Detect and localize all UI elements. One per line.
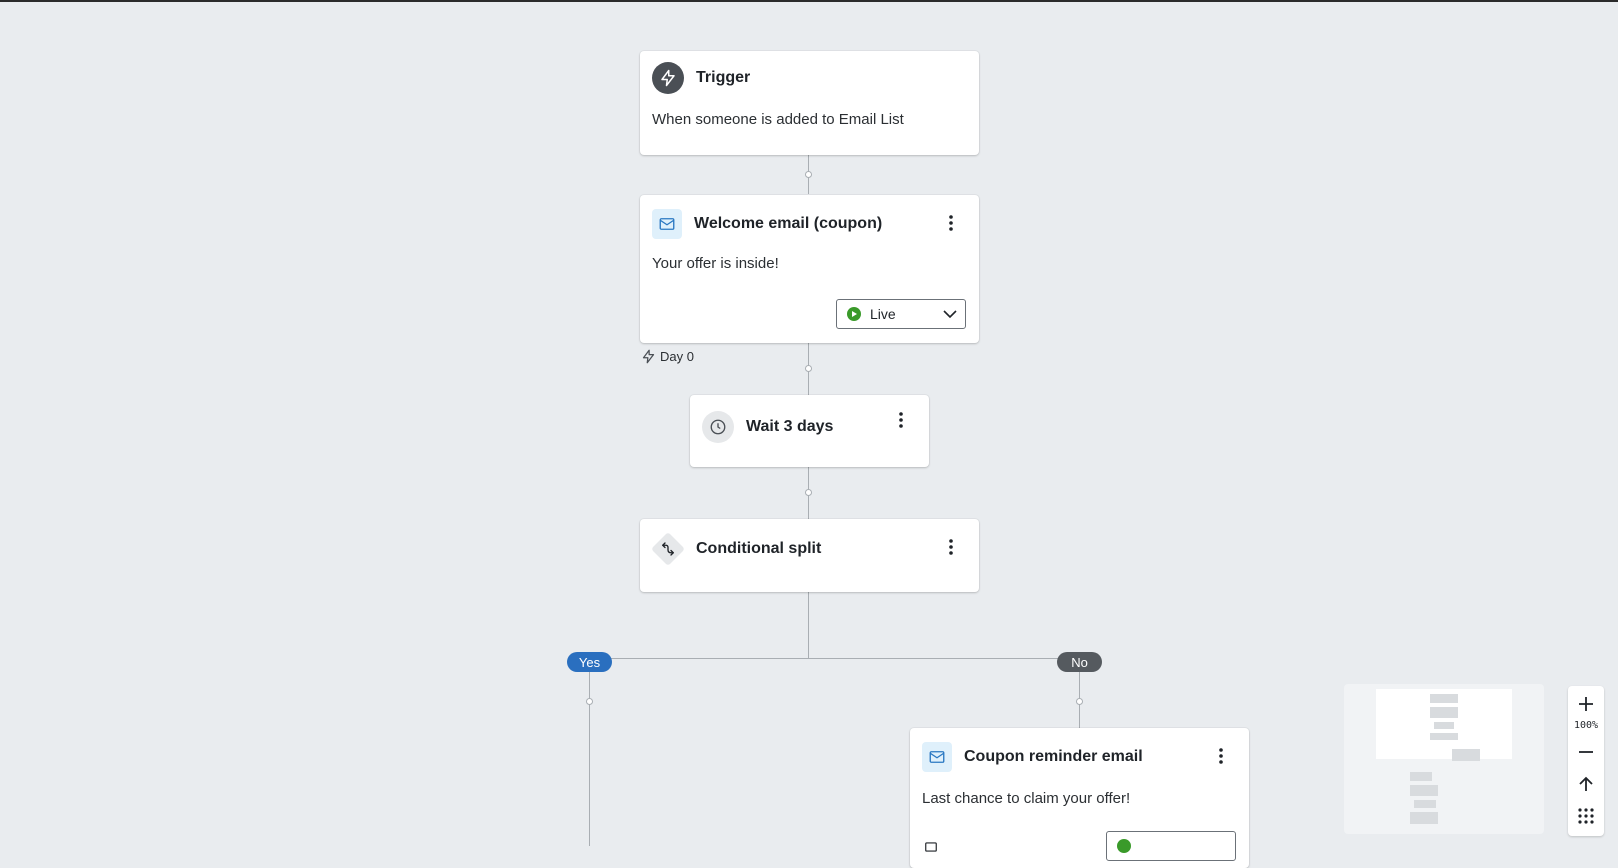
coupon-reminder-status-dropdown[interactable] — [1106, 831, 1236, 861]
welcome-email-more-icon[interactable] — [941, 211, 961, 235]
welcome-email-card[interactable]: Welcome email (coupon) Your offer is ins… — [640, 195, 979, 343]
minus-icon — [1579, 751, 1593, 753]
trigger-card[interactable]: Trigger When someone is added to Email L… — [640, 51, 979, 155]
wait-more-icon[interactable] — [891, 408, 911, 432]
welcome-email-status-label: Live — [870, 306, 896, 322]
coupon-reminder-title: Coupon reminder email — [964, 748, 1143, 765]
envelope-icon — [652, 209, 682, 239]
welcome-email-subject: Your offer is inside! — [652, 255, 779, 272]
connector-yes-branch — [589, 670, 590, 846]
plus-icon — [1579, 697, 1593, 711]
minimap[interactable] — [1344, 684, 1544, 834]
lightning-icon — [642, 349, 655, 364]
connector-node — [586, 698, 593, 705]
yes-branch-badge[interactable]: Yes — [567, 652, 612, 672]
zoom-level: 100% — [1573, 720, 1599, 731]
chevron-down-icon — [943, 307, 957, 324]
zoom-controls: 100% — [1568, 686, 1604, 836]
scroll-to-top-button[interactable] — [1568, 770, 1604, 798]
split-arrows-icon — [651, 532, 685, 566]
coupon-reminder-more-icon[interactable] — [1211, 744, 1231, 768]
conditional-split-card[interactable]: Conditional split — [640, 519, 979, 592]
connector-split-horizontal — [589, 658, 1080, 659]
envelope-icon — [922, 742, 952, 772]
connector-node — [1076, 698, 1083, 705]
live-status-icon — [847, 307, 861, 321]
lightning-icon — [652, 62, 684, 94]
day-label-text: Day 0 — [660, 349, 694, 364]
zoom-in-button[interactable] — [1568, 690, 1604, 718]
coupon-reminder-subject: Last chance to claim your offer! — [922, 790, 1131, 807]
welcome-email-title: Welcome email (coupon) — [694, 215, 883, 232]
no-branch-badge[interactable]: No — [1057, 652, 1102, 672]
zoom-out-button[interactable] — [1568, 738, 1604, 766]
connector-split-down — [808, 592, 809, 658]
connector-node — [805, 489, 812, 496]
trigger-title: Trigger — [696, 69, 751, 86]
trigger-description: When someone is added to Email List — [652, 111, 904, 128]
connector-node — [805, 365, 812, 372]
coupon-reminder-card[interactable]: Coupon reminder email Last chance to cla… — [910, 728, 1249, 868]
wait-title: Wait 3 days — [746, 418, 834, 435]
email-small-icon — [924, 840, 938, 859]
connector-node — [805, 171, 812, 178]
window-top-edge — [0, 0, 1618, 2]
welcome-email-status-dropdown[interactable]: Live — [836, 299, 966, 329]
split-title: Conditional split — [696, 540, 822, 557]
wait-card[interactable]: Wait 3 days — [690, 395, 929, 467]
clock-icon — [702, 411, 734, 443]
grid-dots-icon — [1578, 808, 1594, 824]
split-more-icon[interactable] — [941, 535, 961, 559]
day-label: Day 0 — [641, 349, 694, 364]
fit-view-button[interactable] — [1568, 802, 1604, 830]
live-status-icon — [1117, 839, 1131, 853]
arrow-up-icon — [1579, 776, 1593, 791]
